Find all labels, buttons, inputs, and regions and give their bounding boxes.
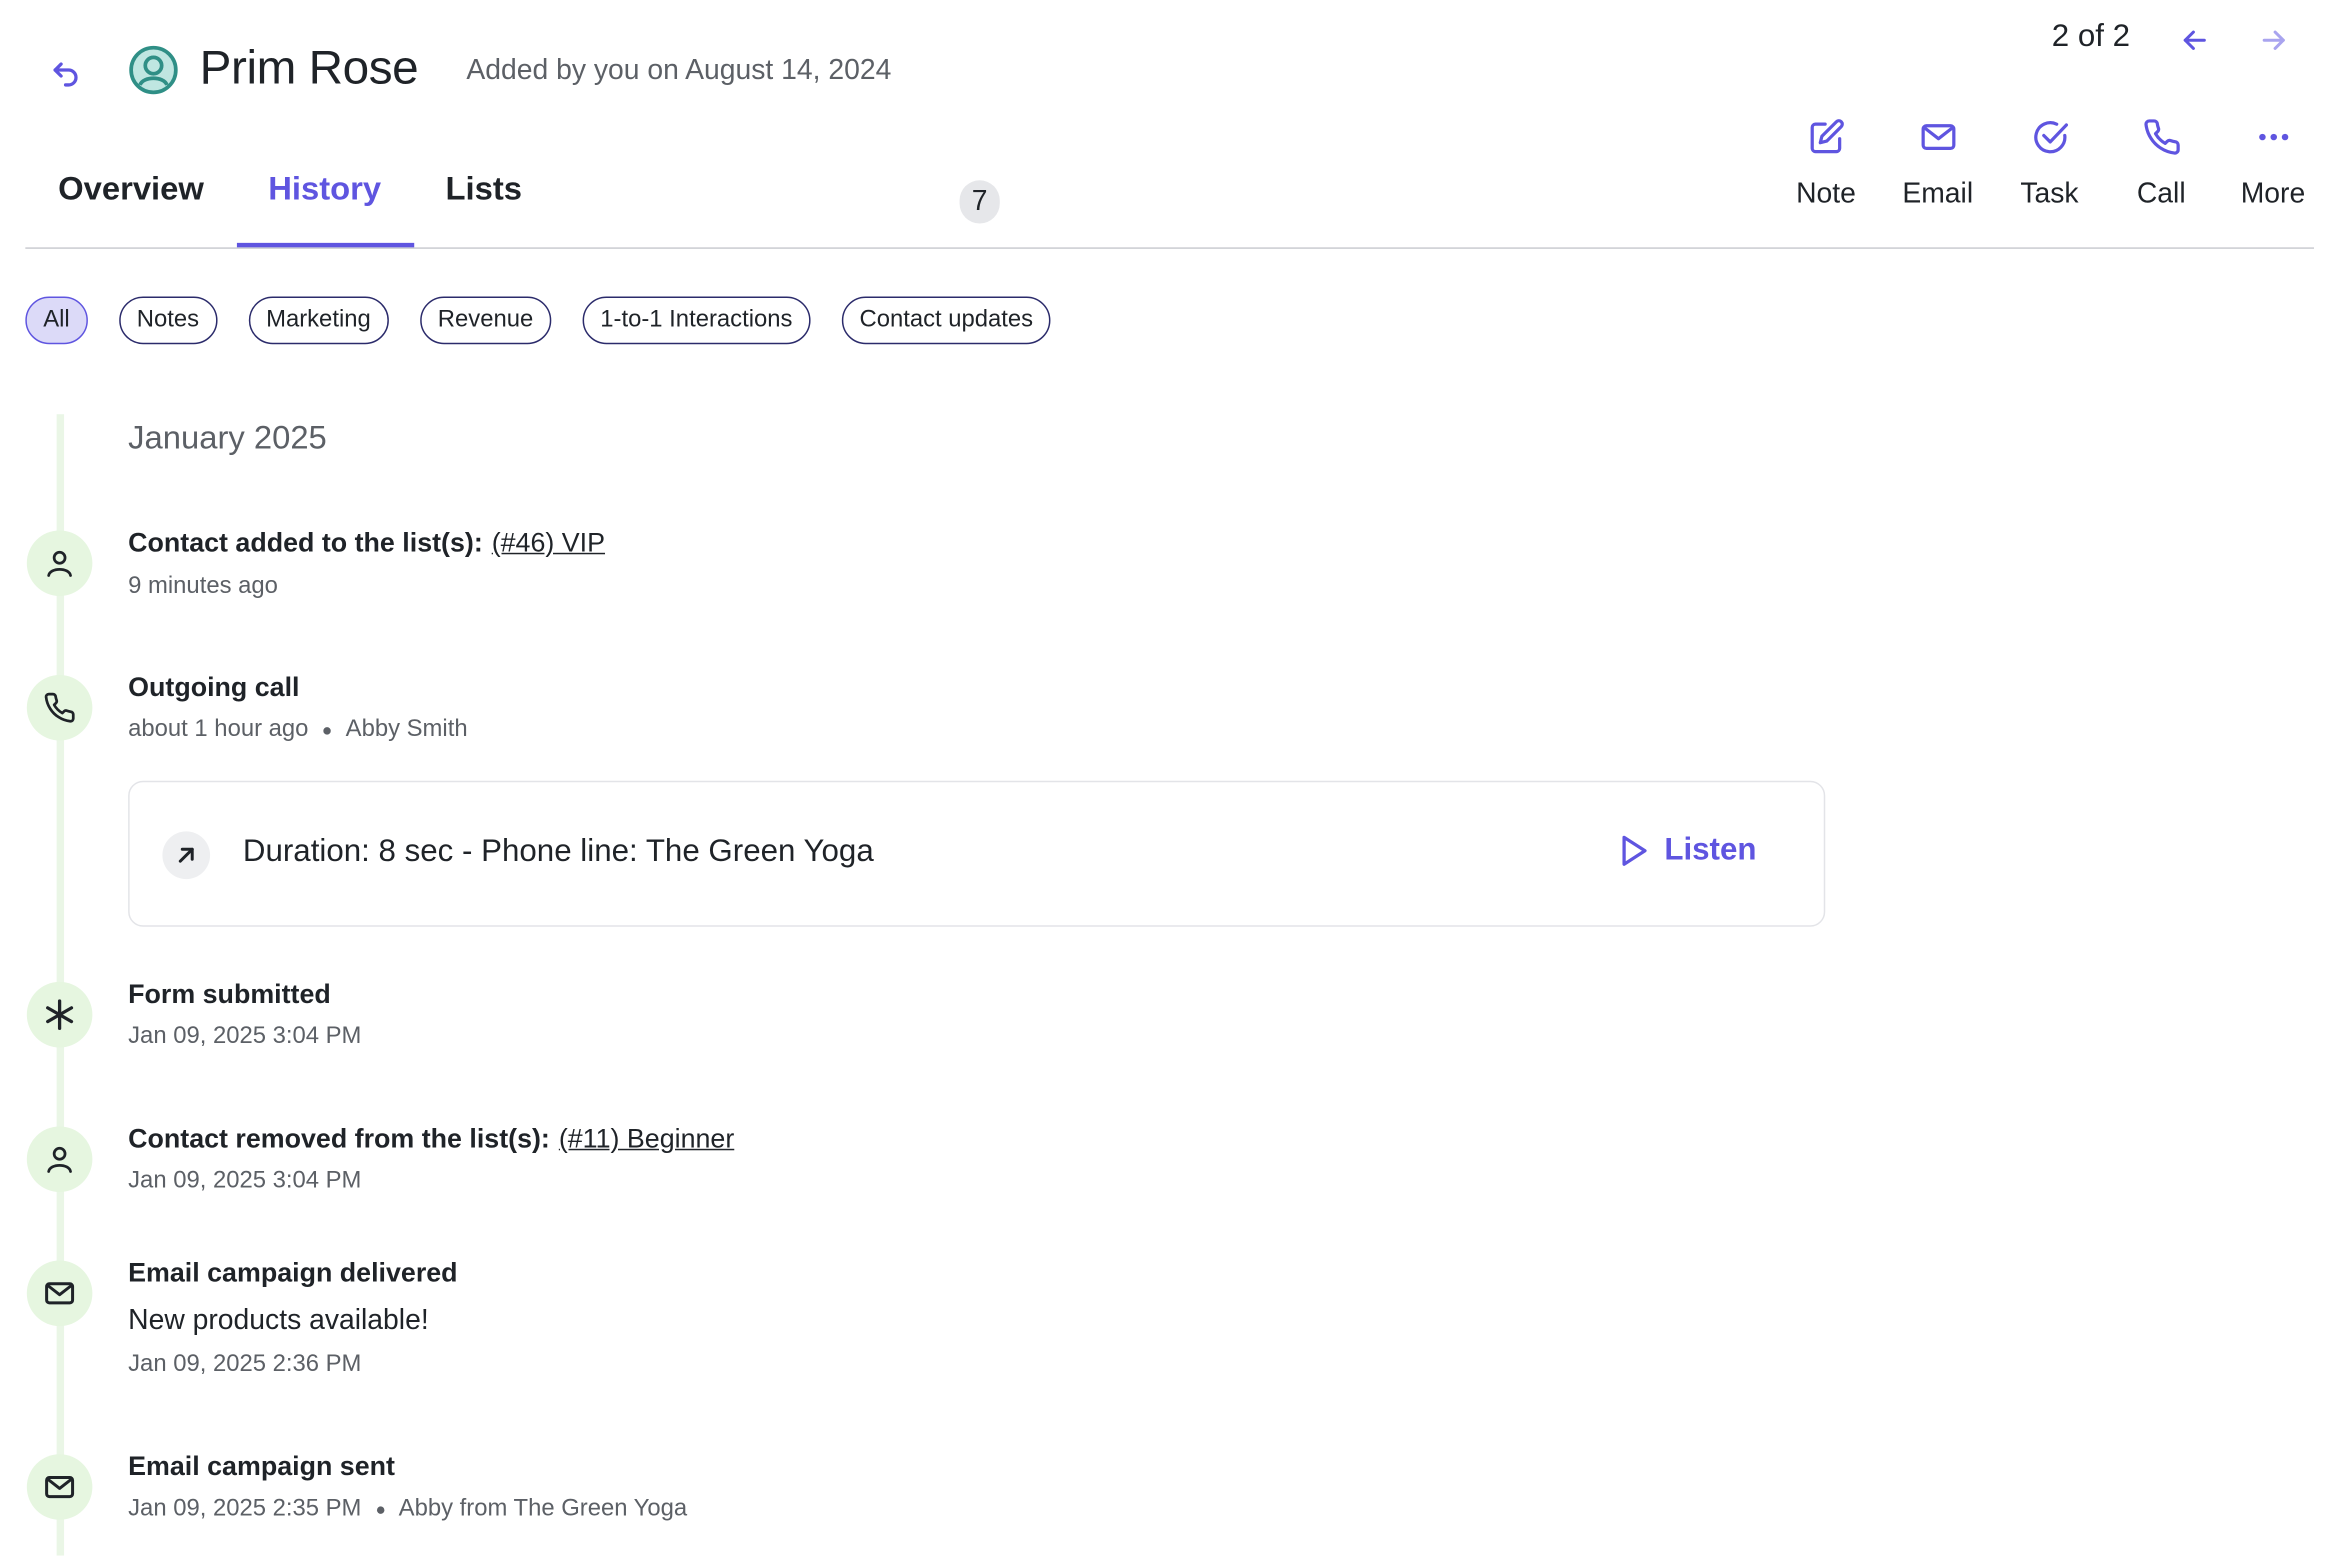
- more-icon: [2254, 113, 2293, 161]
- event-time: about 1 hour ago: [128, 716, 309, 743]
- event-title: Email campaign sent: [128, 1451, 395, 1482]
- active-tab-indicator: [236, 242, 415, 248]
- arrow-right-icon[interactable]: [2254, 21, 2293, 60]
- event-title-text: Contact removed from the list(s):: [128, 1123, 550, 1154]
- event-time: Jan 09, 2025 2:36 PM: [128, 1351, 362, 1377]
- event-time: Jan 09, 2025 2:35 PM: [128, 1495, 362, 1522]
- separator-dot: [323, 726, 331, 734]
- play-icon: [1622, 835, 1647, 866]
- filter-all[interactable]: All: [25, 296, 88, 345]
- arrow-left-icon[interactable]: [2175, 21, 2214, 60]
- asterisk-icon: [26, 981, 93, 1048]
- event-time: Jan 09, 2025 3:04 PM: [128, 1023, 362, 1049]
- mail-icon: [26, 1454, 93, 1520]
- check-circle-icon: [2030, 113, 2069, 161]
- mail-icon: [1918, 113, 1957, 161]
- event-time: 9 minutes ago: [128, 573, 278, 599]
- call-details-card: Duration: 8 sec - Phone line: The Green …: [128, 780, 1826, 927]
- listen-label: Listen: [1664, 832, 1757, 868]
- event-title-text: Contact added to the list(s):: [128, 527, 483, 558]
- tab-history[interactable]: History: [268, 170, 381, 209]
- event-meta: Jan 09, 2025 2:35 PM Abby from The Green…: [128, 1496, 687, 1523]
- event-title: Outgoing call: [128, 671, 300, 702]
- filter-contact-updates[interactable]: Contact updates: [841, 296, 1051, 345]
- list-link[interactable]: (#46) VIP: [492, 527, 605, 557]
- timeline-month: January 2025: [128, 418, 327, 456]
- mail-icon: [26, 1260, 93, 1327]
- event-title: Email campaign delivered: [128, 1257, 458, 1288]
- call-details: Duration: 8 sec - Phone line: The Green …: [242, 834, 874, 869]
- tab-overview[interactable]: Overview: [58, 170, 204, 209]
- event-title: Contact removed from the list(s): (#11) B…: [128, 1123, 734, 1154]
- tab-bar: Overview History Lists 7: [25, 158, 2314, 249]
- tab-lists-label: Lists: [445, 169, 523, 208]
- filter-interactions[interactable]: 1-to-1 Interactions: [582, 296, 811, 345]
- event-author: Abby from The Green Yoga: [398, 1495, 688, 1522]
- added-info: Added by you on August 14, 2024: [466, 55, 892, 87]
- event-meta: about 1 hour ago Abby Smith: [128, 717, 467, 744]
- filter-revenue[interactable]: Revenue: [419, 296, 552, 345]
- event-time: Jan 09, 2025 3:04 PM: [128, 1168, 362, 1194]
- phone-icon: [26, 674, 93, 741]
- pager-count: 2 of 2: [2051, 19, 2131, 54]
- event-title: Contact added to the list(s): (#46) VIP: [128, 527, 605, 558]
- tab-lists[interactable]: Lists 7: [445, 169, 1000, 224]
- user-icon: [26, 1126, 93, 1192]
- list-link[interactable]: (#11) Beginner: [559, 1123, 734, 1153]
- event-title: Form submitted: [128, 978, 331, 1009]
- arrow-up-right-icon: [162, 831, 211, 880]
- separator-dot: [376, 1505, 384, 1514]
- filter-marketing[interactable]: Marketing: [248, 296, 389, 345]
- user-icon: [26, 530, 93, 596]
- listen-button[interactable]: Listen: [1620, 832, 1757, 869]
- history-filters: All Notes Marketing Revenue 1-to-1 Inter…: [25, 296, 1082, 345]
- campaign-name: New products available!: [128, 1305, 429, 1337]
- event-author: Abby Smith: [345, 716, 468, 743]
- contact-history-page: Prim Rose Added by you on August 14, 202…: [0, 0, 2336, 1556]
- edit-icon: [1807, 113, 1846, 161]
- filter-notes[interactable]: Notes: [118, 296, 217, 345]
- contact-name: Prim Rose: [199, 40, 419, 94]
- contact-avatar-icon: [128, 45, 179, 96]
- back-icon[interactable]: [45, 51, 87, 93]
- lists-count-badge: 7: [959, 180, 1000, 224]
- phone-icon: [2142, 113, 2181, 161]
